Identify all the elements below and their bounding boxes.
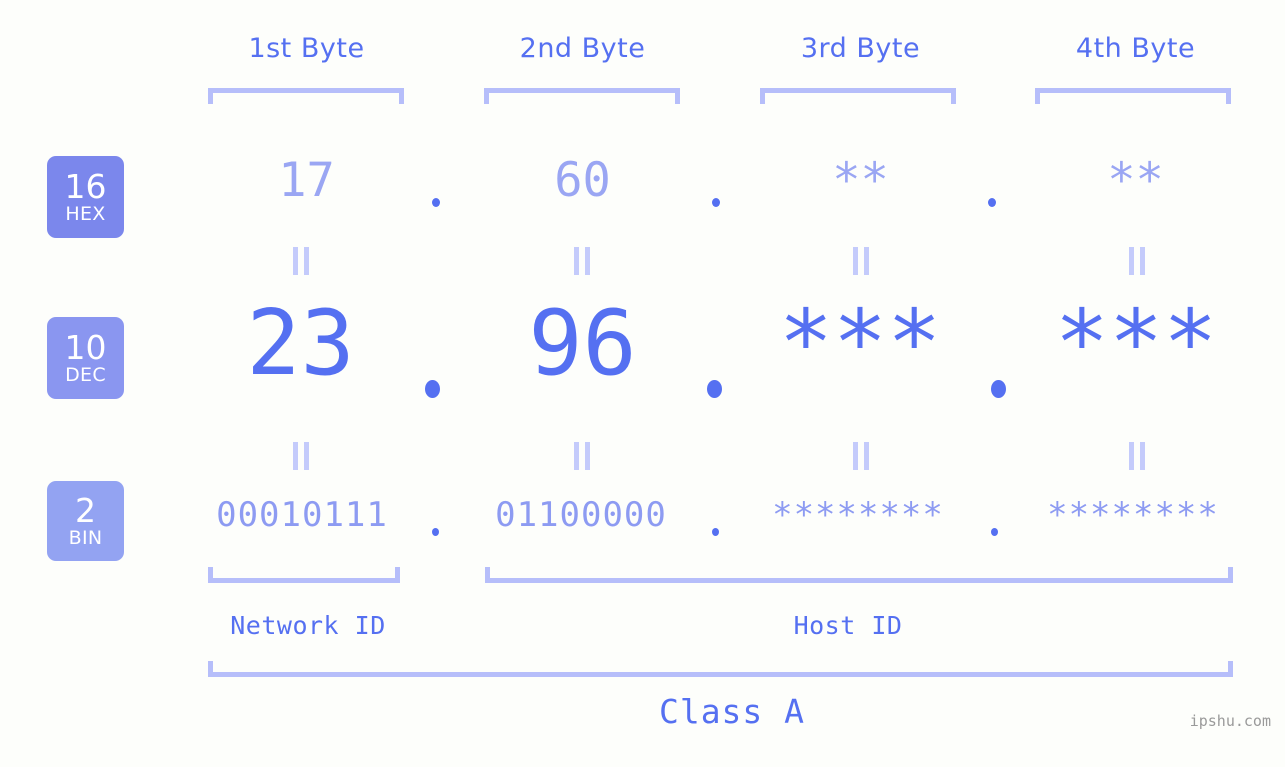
base-badge-hex: 16 HEX xyxy=(47,156,124,238)
base-badge-dec: 10 DEC xyxy=(47,317,124,399)
dec-separator-dot-3 xyxy=(991,380,1006,398)
hex-separator-dot-1 xyxy=(432,198,440,207)
byte-bracket-3 xyxy=(760,88,956,104)
equals-mark-hex-dec-3 xyxy=(851,247,870,275)
byte-header-1: 1st Byte xyxy=(248,33,365,64)
dec-separator-dot-2 xyxy=(707,380,722,398)
base-badge-dec-number: 10 xyxy=(64,327,107,367)
hex-byte-1-value: 17 xyxy=(278,153,335,208)
host-id-bracket xyxy=(485,567,1233,583)
network-id-bracket xyxy=(208,567,400,583)
hex-separator-dot-3 xyxy=(988,198,996,207)
byte-header-3: 3rd Byte xyxy=(800,33,921,64)
equals-mark-hex-dec-4 xyxy=(1127,247,1146,275)
host-id-label: Host ID xyxy=(793,611,903,640)
bin-byte-4-value: ******** xyxy=(1047,495,1219,535)
base-badge-bin: 2 BIN xyxy=(47,481,124,561)
base-badge-hex-number: 16 xyxy=(64,166,107,206)
dec-byte-4-value: *** xyxy=(1054,291,1218,396)
dec-separator-dot-1 xyxy=(425,380,440,398)
byte-bracket-4 xyxy=(1035,88,1231,104)
byte-header-2: 2nd Byte xyxy=(519,33,646,64)
base-badge-hex-unit: HEX xyxy=(65,202,106,225)
equals-mark-dec-bin-1 xyxy=(291,442,310,470)
byte-header-4: 4th Byte xyxy=(1075,33,1196,64)
equals-mark-dec-bin-3 xyxy=(851,442,870,470)
class-bracket xyxy=(208,661,1233,677)
equals-mark-dec-bin-4 xyxy=(1127,442,1146,470)
ip-breakdown-diagram: 1st Byte 2nd Byte 3rd Byte 4th Byte 16 H… xyxy=(0,0,1285,767)
bin-byte-2-value: 01100000 xyxy=(495,495,667,535)
hex-byte-2-value: 60 xyxy=(554,153,611,208)
hex-byte-3-value: ** xyxy=(832,153,889,208)
hex-byte-4-value: ** xyxy=(1107,153,1164,208)
bin-byte-3-value: ******** xyxy=(772,495,944,535)
hex-separator-dot-2 xyxy=(712,198,720,207)
dec-byte-2-value: 96 xyxy=(528,291,637,396)
equals-mark-dec-bin-2 xyxy=(572,442,591,470)
bin-separator-dot-2 xyxy=(712,528,719,536)
bin-separator-dot-1 xyxy=(432,528,439,536)
base-badge-dec-unit: DEC xyxy=(65,363,106,386)
byte-bracket-1 xyxy=(208,88,404,104)
bin-separator-dot-3 xyxy=(991,528,998,536)
base-badge-bin-unit: BIN xyxy=(68,526,103,549)
base-badge-bin-number: 2 xyxy=(75,490,96,530)
equals-mark-hex-dec-2 xyxy=(572,247,591,275)
equals-mark-hex-dec-1 xyxy=(291,247,310,275)
dec-byte-3-value: *** xyxy=(778,291,942,396)
bin-byte-1-value: 00010111 xyxy=(216,495,388,535)
network-id-label: Network ID xyxy=(230,611,386,640)
site-watermark: ipshu.com xyxy=(1189,712,1271,730)
dec-byte-1-value: 23 xyxy=(246,291,355,396)
class-label: Class A xyxy=(658,692,806,731)
byte-bracket-2 xyxy=(484,88,680,104)
